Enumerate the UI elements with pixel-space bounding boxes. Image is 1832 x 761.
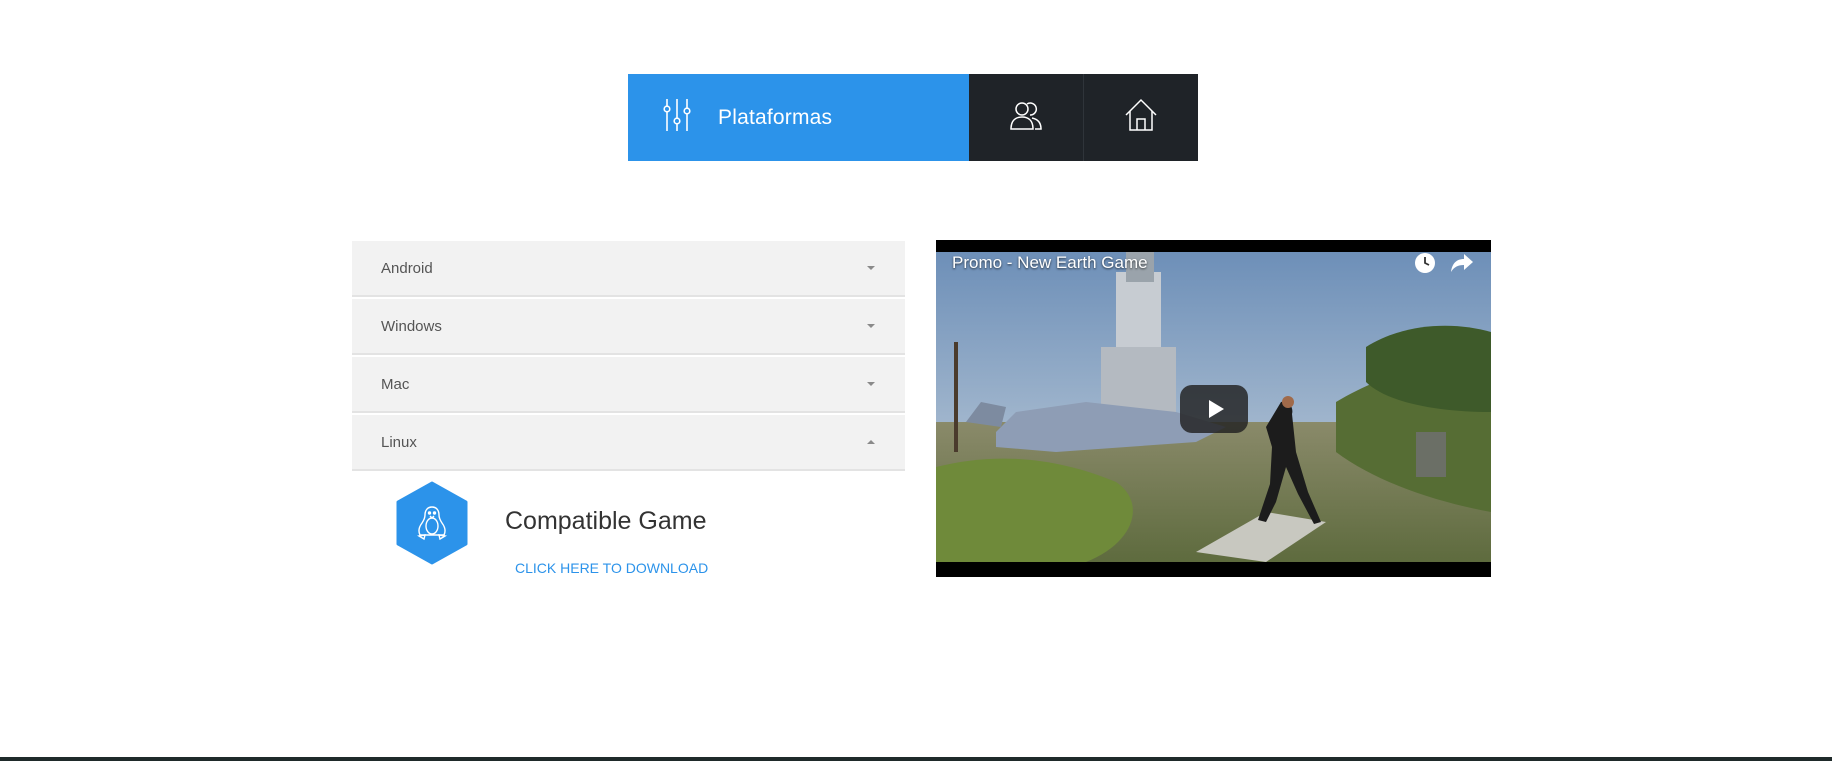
accordion-item-windows[interactable]: Windows [352, 299, 905, 355]
accordion-item-label: Windows [381, 317, 442, 335]
video-title: Promo - New Earth Game [952, 253, 1148, 272]
top-navigation: Plataformas [628, 74, 1198, 161]
accordion-item-android[interactable]: Android [352, 241, 905, 297]
linux-penguin-icon [394, 481, 470, 565]
linux-panel: Compatible Game CLICK HERE TO DOWNLOAD [352, 471, 905, 591]
nav-home-button[interactable] [1083, 74, 1198, 161]
play-button[interactable] [1180, 385, 1248, 433]
download-link[interactable]: CLICK HERE TO DOWNLOAD [515, 560, 708, 576]
accordion-item-label: Linux [381, 433, 417, 451]
sliders-icon [662, 97, 692, 138]
caret-down-icon [867, 266, 875, 270]
accordion-item-linux[interactable]: Linux [352, 415, 905, 471]
home-icon [1123, 97, 1159, 138]
compatible-game-title: Compatible Game [505, 507, 707, 535]
nav-users-button[interactable] [969, 74, 1083, 161]
caret-down-icon [867, 324, 875, 328]
nav-plataformas-label: Plataformas [718, 105, 833, 129]
platform-accordion: Android Windows Mac Linux Compatible Gam… [352, 241, 905, 591]
accordion-item-label: Android [381, 259, 433, 277]
caret-up-icon [867, 440, 875, 444]
nav-plataformas-button[interactable]: Plataformas [628, 74, 969, 161]
accordion-item-mac[interactable]: Mac [352, 357, 905, 413]
video-player[interactable]: Promo - New Earth Game [936, 240, 1491, 577]
accordion-item-label: Mac [381, 375, 410, 393]
watch-later-icon[interactable] [1414, 252, 1436, 279]
users-icon [1008, 98, 1044, 137]
caret-down-icon [867, 382, 875, 386]
share-icon[interactable] [1450, 252, 1474, 279]
play-icon [1208, 400, 1224, 418]
footer-divider [0, 757, 1832, 761]
